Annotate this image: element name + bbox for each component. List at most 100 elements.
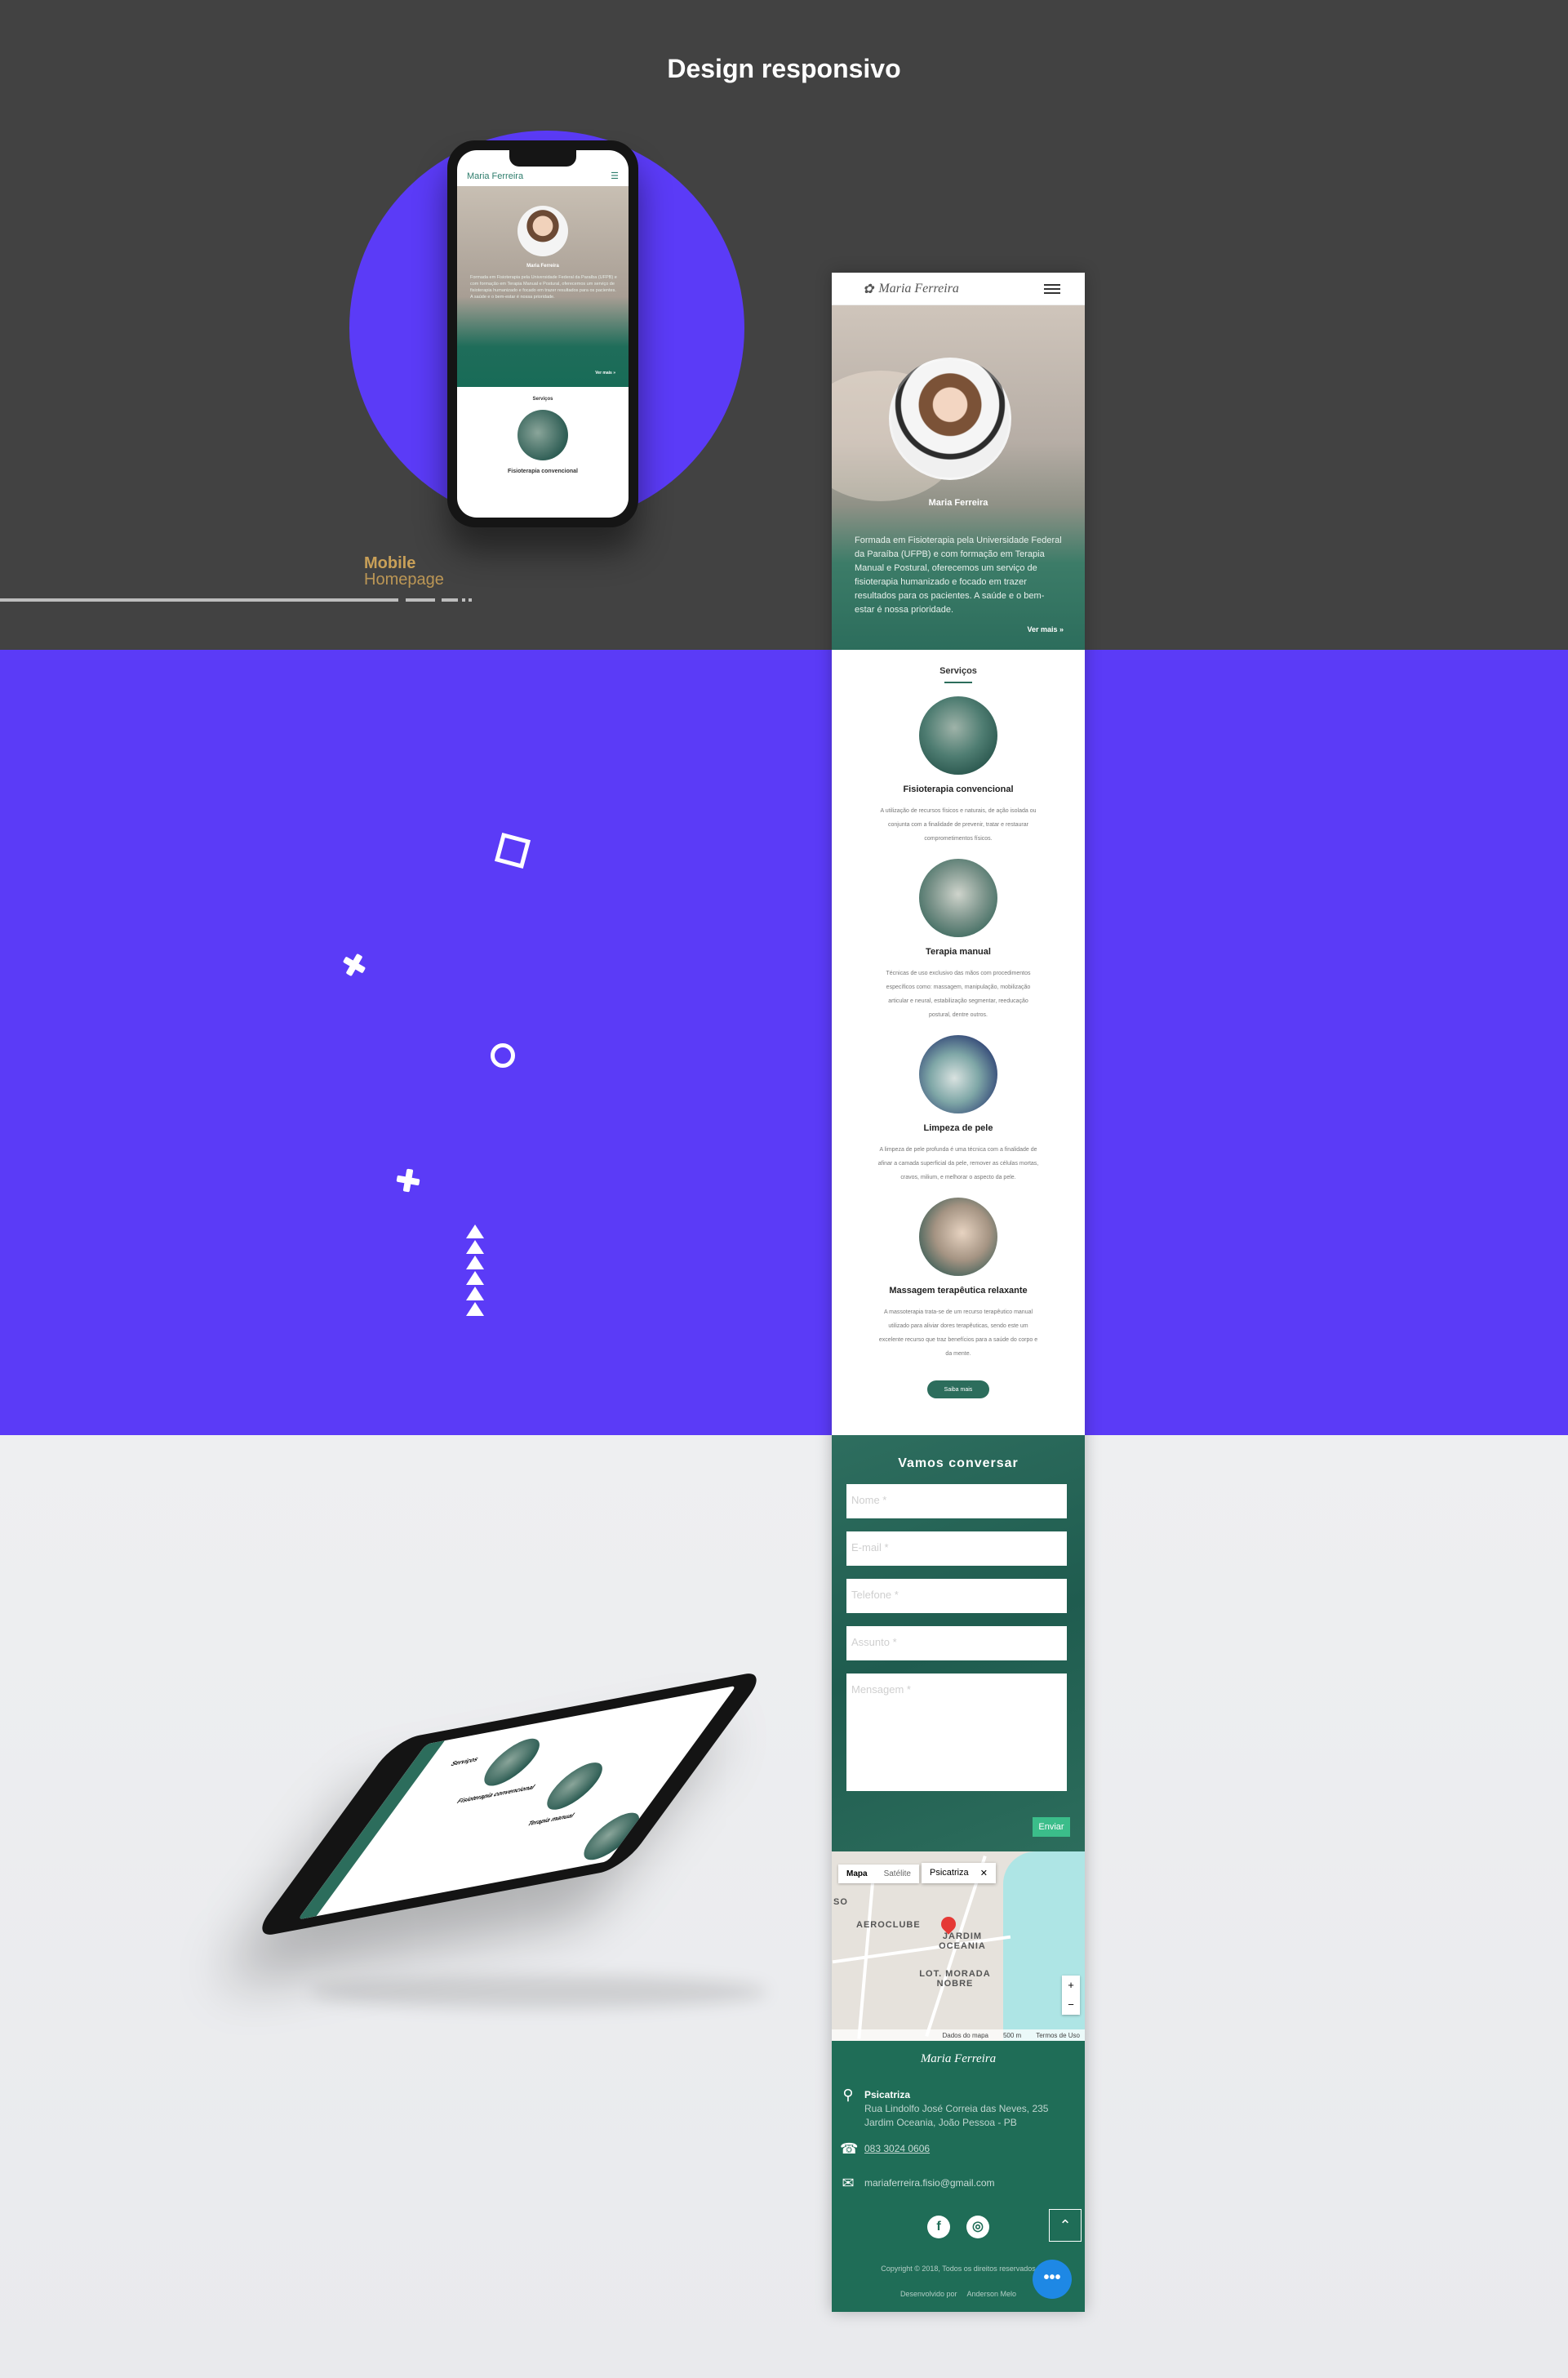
mini-service-name: Fisioterapia convencional bbox=[508, 469, 578, 474]
mobile-page-preview: ✿ Maria Ferreira Maria Ferreira Formada … bbox=[832, 273, 1085, 2312]
services-underline bbox=[944, 682, 972, 683]
middle-section bbox=[0, 650, 1568, 1435]
tree-icon: ✿ bbox=[863, 282, 874, 296]
mini-brand: Maria Ferreira bbox=[467, 171, 524, 181]
subject-field[interactable]: Assunto * bbox=[846, 1626, 1067, 1660]
mobile-label-line2: Homepage bbox=[364, 571, 444, 589]
hamburger-menu-icon[interactable] bbox=[1044, 283, 1060, 294]
hero-title: Design responsivo bbox=[667, 54, 901, 83]
satellite-tab[interactable]: Satélite bbox=[876, 1865, 919, 1883]
message-field[interactable]: Mensagem * bbox=[846, 1673, 1067, 1791]
address-row: ⚲ Psicatriza Rua Lindolfo José Correia d… bbox=[840, 2087, 1049, 2130]
see-more-link[interactable]: Ver mais » bbox=[1027, 625, 1064, 633]
divider-segment bbox=[442, 598, 458, 602]
contact-title: Vamos conversar bbox=[898, 1456, 1019, 1470]
tilted-service-image bbox=[535, 1758, 614, 1814]
phone-mockup-front: Maria Ferreira ☰ Maria Ferreira Formada … bbox=[447, 140, 638, 527]
location-pin-icon: ⚲ bbox=[842, 2087, 854, 2103]
tilted-service-name: Terapia manual bbox=[526, 1811, 576, 1828]
divider-dot bbox=[469, 598, 472, 602]
page-header: ✿ Maria Ferreira bbox=[832, 273, 1085, 305]
developer-name[interactable]: Anderson Melo bbox=[967, 2290, 1017, 2298]
name-field[interactable]: Nome * bbox=[846, 1484, 1067, 1518]
service-image bbox=[919, 1198, 997, 1276]
tilted-services-title: Serviços bbox=[449, 1755, 481, 1768]
bottom-section bbox=[0, 1435, 1568, 2378]
divider-segment bbox=[406, 598, 435, 602]
top-section bbox=[0, 0, 1568, 650]
address-line-1: Rua Lindolfo José Correia das Neves, 235 bbox=[864, 2103, 1049, 2114]
triangle-shape-icon bbox=[466, 1271, 484, 1285]
map-tab[interactable]: Mapa bbox=[838, 1865, 876, 1883]
phone-field[interactable]: Telefone * bbox=[846, 1579, 1067, 1613]
brand-name: Maria Ferreira bbox=[878, 281, 959, 296]
mini-services-title: Serviços bbox=[532, 397, 553, 402]
email-link[interactable]: mariaferreira.fisio@gmail.com bbox=[864, 2176, 995, 2190]
mini-service-image bbox=[517, 410, 568, 460]
address-line-2: Jardim Oceania, João Pessoa - PB bbox=[864, 2117, 1017, 2128]
service-description: A limpeza de pele profunda é uma técnica… bbox=[877, 1147, 1039, 1180]
social-links: f ◎ bbox=[832, 2216, 1085, 2238]
service-item: Fisioterapia convencional A utilização d… bbox=[832, 696, 1085, 846]
map-scale-label: 500 m bbox=[1002, 2031, 1022, 2039]
plus-shape-icon bbox=[395, 1167, 421, 1193]
page-footer: Maria Ferreira ⚲ Psicatriza Rua Lindolfo… bbox=[832, 2041, 1085, 2312]
service-description: A massoterapia trata-se de um recurso te… bbox=[878, 1309, 1038, 1357]
phone-row: ☎ 083 3024 0606 bbox=[840, 2140, 930, 2157]
map-terms-link[interactable]: Termos de Uso bbox=[1036, 2032, 1080, 2039]
triangle-shape-icon bbox=[466, 1240, 484, 1254]
phone-link[interactable]: 083 3024 0606 bbox=[864, 2142, 930, 2156]
email-row: ✉ mariaferreira.fisio@gmail.com bbox=[840, 2175, 995, 2191]
map-tooltip: Psicatriza ✕ bbox=[922, 1863, 996, 1883]
company-name: Psicatriza bbox=[864, 2089, 911, 2100]
mail-icon: ✉ bbox=[842, 2175, 855, 2191]
triangle-shape-icon bbox=[466, 1225, 484, 1238]
service-item: Massagem terapêutica relaxante A massote… bbox=[832, 1198, 1085, 1361]
mini-menu-icon: ☰ bbox=[611, 171, 619, 181]
phone-shadow bbox=[310, 1976, 767, 2008]
learn-more-button[interactable]: Saiba mais bbox=[927, 1380, 989, 1398]
divider-line bbox=[0, 598, 398, 602]
mini-portrait bbox=[517, 206, 568, 256]
service-image bbox=[919, 696, 997, 775]
mini-more-link: Ver mais » bbox=[595, 371, 615, 376]
mini-hero: Maria Ferreira Formada em Fisioterapia p… bbox=[457, 186, 629, 387]
zoom-in-button[interactable]: + bbox=[1062, 1976, 1080, 1995]
mobile-label-line1: Mobile bbox=[364, 554, 416, 572]
service-image bbox=[919, 1035, 997, 1113]
phone-icon: ☎ bbox=[840, 2140, 859, 2157]
mobile-label: Mobile Homepage bbox=[364, 555, 444, 588]
ring-shape-icon bbox=[491, 1043, 515, 1068]
instagram-icon[interactable]: ◎ bbox=[966, 2216, 989, 2238]
profile-intro: Formada em Fisioterapia pela Universidad… bbox=[855, 536, 1062, 615]
service-name: Massagem terapêutica relaxante bbox=[889, 1286, 1028, 1296]
facebook-icon[interactable]: f bbox=[927, 2216, 950, 2238]
location-map[interactable]: Mapa Satélite Psicatriza ✕ SO AEROCLUBE … bbox=[832, 1851, 1085, 2041]
hero-banner: Maria Ferreira Formada em Fisioterapia p… bbox=[832, 305, 1085, 650]
map-type-tabs: Mapa Satélite bbox=[838, 1865, 919, 1883]
chat-button[interactable]: ••• bbox=[1033, 2260, 1072, 2299]
close-icon[interactable]: ✕ bbox=[980, 1868, 988, 1878]
developer-label: Desenvolvido por bbox=[899, 2290, 957, 2298]
brand-logo[interactable]: ✿ Maria Ferreira bbox=[863, 281, 959, 297]
services-title: Serviços bbox=[939, 666, 977, 676]
service-description: Técnicas de uso exclusivo das mãos com p… bbox=[886, 971, 1031, 1018]
footer-brand: Maria Ferreira bbox=[920, 2052, 997, 2065]
tilted-service-name: Fisioterapia convencional bbox=[455, 1783, 537, 1806]
mini-intro: Formada em Fisioterapia pela Universidad… bbox=[470, 275, 617, 300]
map-zoom-control: + − bbox=[1062, 1976, 1080, 2015]
profile-portrait bbox=[889, 358, 1011, 480]
map-area-label: AEROCLUBE bbox=[856, 1920, 921, 1930]
service-description: A utilização de recursos físicos e natur… bbox=[880, 808, 1037, 842]
profile-name: Maria Ferreira bbox=[928, 498, 988, 508]
triangle-shape-icon bbox=[466, 1302, 484, 1316]
send-button[interactable]: Enviar bbox=[1033, 1817, 1070, 1837]
email-field[interactable]: E-mail * bbox=[846, 1531, 1067, 1566]
zoom-out-button[interactable]: − bbox=[1062, 1995, 1080, 2015]
service-name: Fisioterapia convencional bbox=[903, 785, 1014, 794]
triangle-shape-icon bbox=[466, 1287, 484, 1300]
map-area-label: LOT. MORADA NOBRE bbox=[919, 1969, 991, 1989]
map-area-label: JARDIM OCEANIA bbox=[939, 1931, 986, 1951]
phone-notch bbox=[509, 150, 576, 167]
map-footer: Dados do mapa 500 m Termos de Uso bbox=[832, 2029, 1085, 2041]
